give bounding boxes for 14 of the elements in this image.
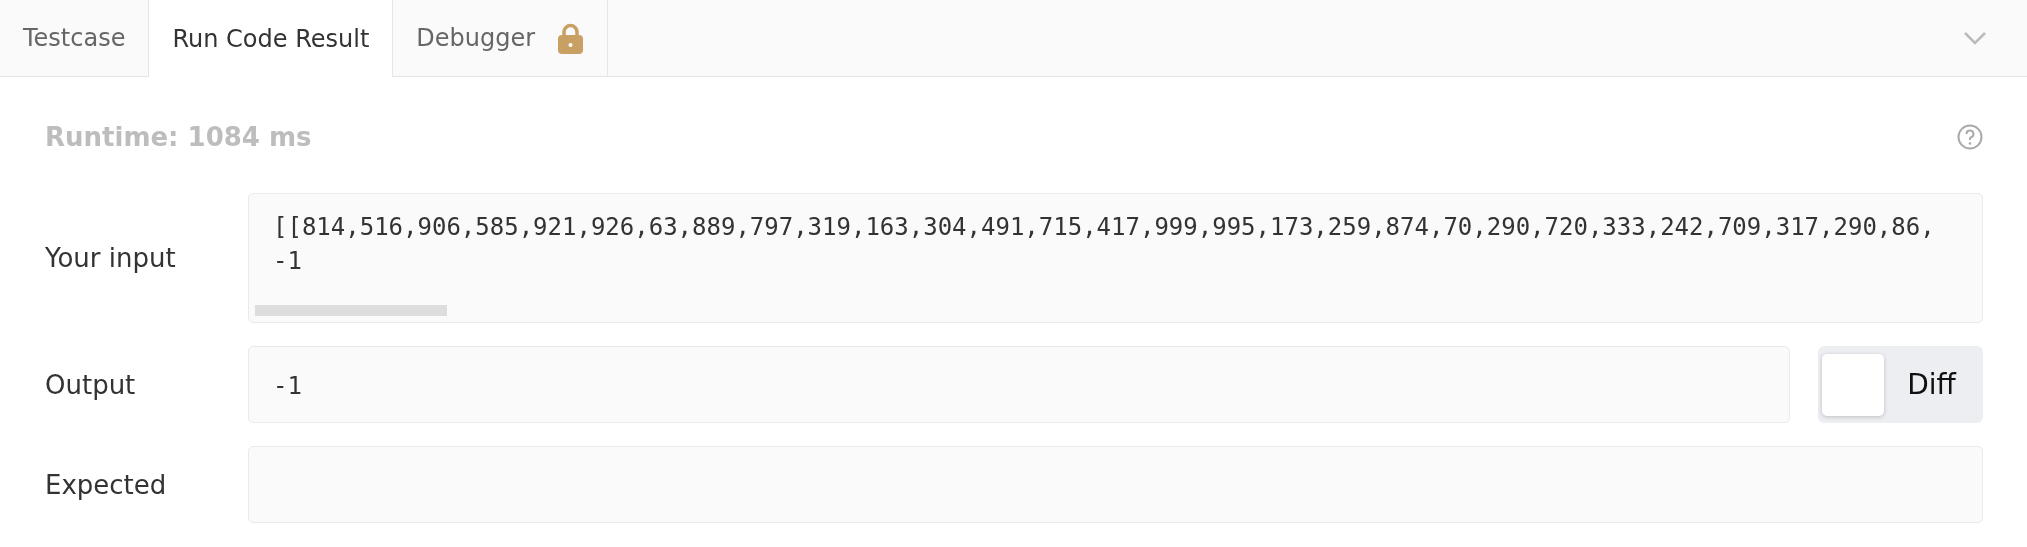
- field-label: Expected: [45, 469, 167, 500]
- chevron-down-icon[interactable]: [1963, 31, 1987, 45]
- diff-toggle[interactable]: Diff: [1818, 346, 1983, 423]
- value-text: -1: [273, 246, 303, 277]
- field-label: Your input: [45, 243, 176, 273]
- help-icon[interactable]: [1957, 123, 1983, 150]
- field-label: Output: [45, 369, 136, 400]
- scrollbar[interactable]: [255, 305, 447, 316]
- result-field[interactable]: -1: [248, 346, 1790, 423]
- runtime-text: Runtime: 1084 ms: [45, 121, 312, 152]
- value-text: -1: [273, 371, 303, 402]
- result-field[interactable]: [[814,516,906,585,921,926,63,889,797,319,163,304,491,715,417,999,995,173,259,874,70,290,720,333,242,709,317,290,86, -1: [248, 193, 1983, 323]
- value-text: [[814,516,906,585,921,926,63,889,797,319,163,304,491,715,417,999,995,173,259,874,70,290,720,333,242,709,317,290,86,: [273, 212, 1936, 243]
- tab[interactable]: Run Code Result: [149, 0, 394, 77]
